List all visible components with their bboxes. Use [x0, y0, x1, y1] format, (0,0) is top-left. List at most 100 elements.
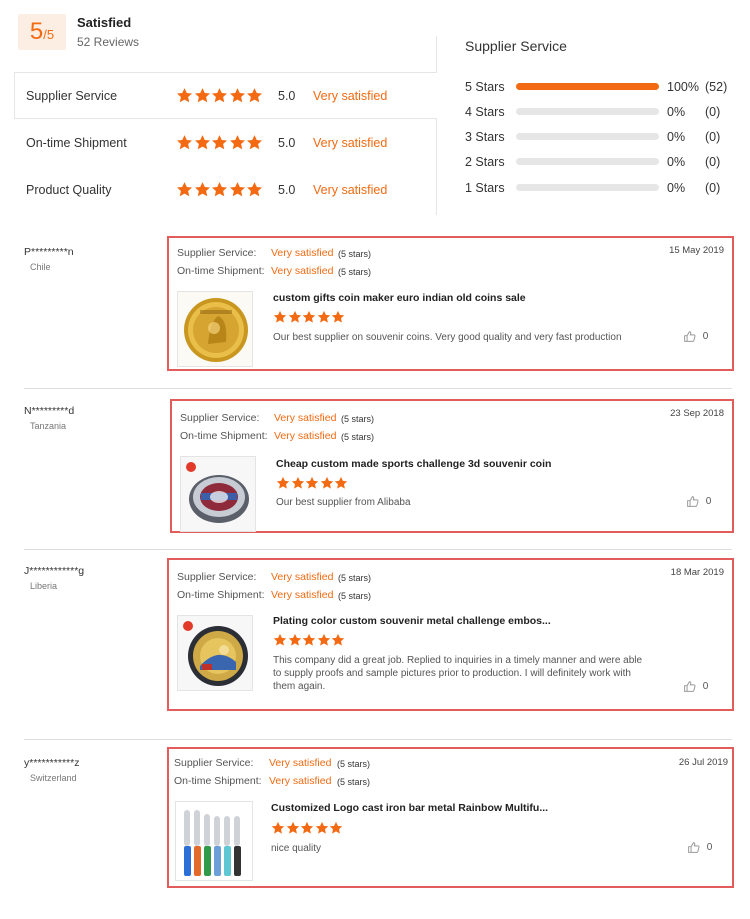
metric-verdict: Very satisfied	[313, 183, 388, 197]
like-button[interactable]: 0	[686, 495, 711, 508]
shipment-label: On-time Shipment:	[177, 265, 265, 277]
star-icon	[302, 310, 316, 324]
reviewer-name: P*********n	[24, 246, 74, 258]
like-button[interactable]: 0	[683, 330, 708, 343]
star-icon	[273, 310, 287, 324]
shipment-stars: (5 stars)	[338, 267, 372, 277]
metric-supplier-service[interactable]: Supplier Service 5.0 Very satisfied	[26, 87, 426, 107]
distribution-bar	[516, 108, 659, 115]
star-icon	[273, 633, 287, 647]
product-rating-stars	[273, 633, 346, 652]
star-icon	[317, 633, 331, 647]
shipment-stars: (5 stars)	[338, 591, 372, 601]
reviewer-name: J************g	[24, 565, 85, 577]
enamel-coin-image[interactable]	[177, 615, 253, 691]
product-rating-stars	[276, 476, 349, 495]
distribution-row[interactable]: 2 Stars 0% (0)	[465, 154, 735, 170]
review-comment: nice quality	[271, 843, 322, 854]
review-date: 23 Sep 2018	[670, 408, 724, 419]
star-icon	[229, 134, 246, 151]
shipment-verdict: Very satisfied	[271, 589, 334, 601]
metric-stars	[176, 181, 264, 203]
star-icon	[194, 87, 211, 104]
star-icon	[331, 310, 345, 324]
star-icon	[271, 821, 285, 835]
star-icon	[276, 476, 290, 490]
metric-stars	[176, 134, 264, 156]
distribution-count: (0)	[705, 155, 721, 169]
divider	[14, 72, 437, 73]
thumbs-up-icon	[684, 331, 696, 342]
product-title[interactable]: Cheap custom made sports challenge 3d so…	[276, 458, 551, 470]
metric-stars	[176, 87, 264, 109]
distribution-bar	[516, 158, 659, 165]
distribution-label: 2 Stars	[465, 155, 505, 169]
distribution-count: (0)	[705, 181, 721, 195]
divider	[14, 118, 437, 119]
distribution-percent: 100%	[667, 80, 699, 94]
supplier-service-label: Supplier Service:	[177, 571, 257, 583]
distribution-label: 5 Stars	[465, 80, 505, 94]
metric-on-time-shipment[interactable]: On-time Shipment 5.0 Very satisfied	[26, 134, 426, 154]
metric-verdict: Very satisfied	[313, 136, 388, 150]
distribution-percent: 0%	[667, 181, 686, 195]
product-title[interactable]: Plating color custom souvenir metal chal…	[273, 615, 551, 627]
shipment-label: On-time Shipment:	[177, 589, 265, 601]
star-icon	[334, 476, 348, 490]
distribution-percent: 0%	[667, 155, 686, 169]
thumbs-up-icon	[687, 496, 699, 507]
product-title[interactable]: Customized Logo cast iron bar metal Rain…	[271, 802, 548, 814]
like-button[interactable]: 0	[683, 680, 708, 693]
review-card: Supplier Service: Very satisfied (5 star…	[170, 399, 734, 533]
like-button[interactable]: 0	[687, 841, 712, 854]
shipment-stars: (5 stars)	[337, 777, 371, 787]
distribution-bar	[516, 83, 659, 90]
review-card: Supplier Service: Very satisfied (5 star…	[167, 558, 734, 711]
star-icon	[211, 181, 228, 198]
metric-name: Supplier Service	[26, 89, 118, 103]
star-icon	[331, 633, 345, 647]
product-title[interactable]: custom gifts coin maker euro indian old …	[273, 292, 526, 304]
star-icon	[300, 821, 314, 835]
star-icon	[211, 87, 228, 104]
distribution-count: (0)	[705, 130, 721, 144]
like-count: 0	[702, 681, 709, 693]
distribution-row[interactable]: 3 Stars 0% (0)	[465, 129, 735, 145]
bottle-opener-image[interactable]	[175, 801, 253, 881]
review-card: Supplier Service: Very satisfied (5 star…	[167, 747, 734, 888]
like-count: 0	[705, 496, 712, 508]
divider	[24, 549, 732, 550]
review-comment: This company did a great job. Replied to…	[273, 655, 643, 692]
distribution-row[interactable]: 1 Stars 0% (0)	[465, 180, 735, 196]
star-icon	[288, 633, 302, 647]
star-icon	[286, 821, 300, 835]
star-icon	[305, 476, 319, 490]
distribution-label: 3 Stars	[465, 130, 505, 144]
distribution-row[interactable]: 5 Stars 100% (52)	[465, 79, 735, 95]
divider	[24, 739, 732, 740]
metric-score: 5.0	[278, 136, 296, 150]
score-suffix: /5	[43, 27, 55, 42]
distribution-bar-fill	[516, 83, 659, 90]
review-card: Supplier Service: Very satisfied (5 star…	[167, 236, 734, 371]
shipment-verdict: Very satisfied	[269, 775, 332, 787]
reviewer-country: Chile	[30, 262, 51, 272]
star-icon	[291, 476, 305, 490]
product-rating-stars	[273, 310, 346, 329]
divider	[436, 36, 437, 72]
score-value: 5	[29, 18, 44, 45]
star-icon	[176, 181, 193, 198]
challenge-coin-image[interactable]	[180, 456, 256, 532]
star-icon	[320, 476, 334, 490]
distribution-row[interactable]: 4 Stars 0% (0)	[465, 104, 735, 120]
product-rating-stars	[271, 821, 344, 840]
supplier-service-label: Supplier Service:	[174, 757, 254, 769]
reviewer-country: Switzerland	[30, 773, 77, 783]
star-icon	[317, 310, 331, 324]
review-count: 52 Reviews	[77, 35, 140, 49]
metric-product-quality[interactable]: Product Quality 5.0 Very satisfied	[26, 181, 426, 201]
divider	[14, 72, 15, 119]
thumbs-up-icon	[688, 842, 700, 853]
gold-coin-image[interactable]	[177, 291, 253, 367]
divider	[24, 388, 732, 389]
